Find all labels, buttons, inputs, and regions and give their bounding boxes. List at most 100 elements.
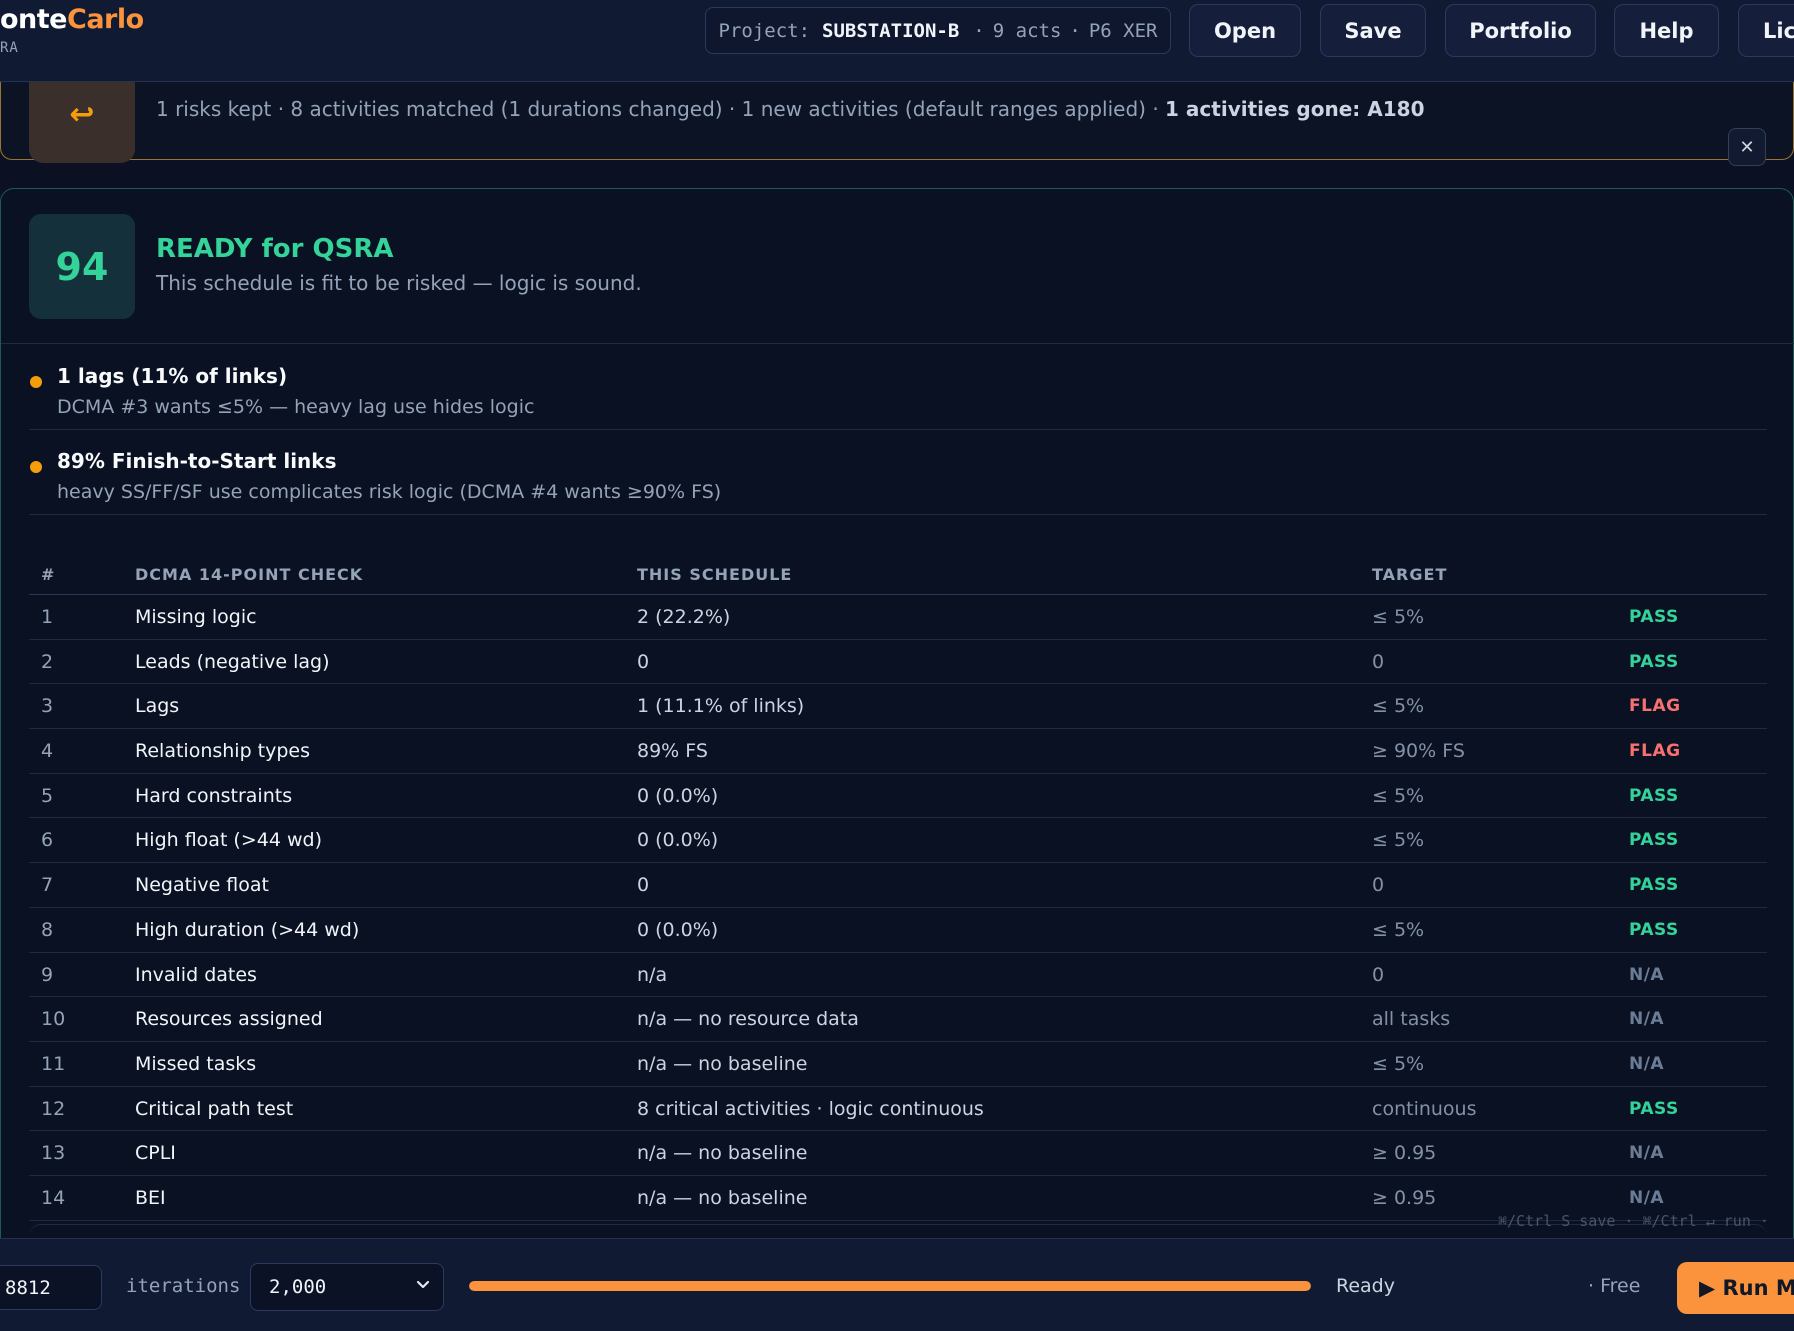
project-label: Project: — [718, 19, 811, 42]
help-button[interactable]: Help — [1614, 4, 1719, 57]
warning-item: 1 lags (11% of links) DCMA #3 wants ≤5% … — [29, 344, 1767, 430]
warning-dot-icon — [30, 376, 42, 388]
table-body: 1 Missing logic 2 (22.2%) ≤ 5% PASS 2 Leads (n… — [29, 595, 1767, 1221]
target-value: ≤ 5% — [1372, 829, 1425, 852]
check-number: 8 — [41, 918, 54, 941]
status-badge: PASS — [1629, 919, 1679, 940]
check-number: 4 — [41, 740, 54, 763]
seed-input[interactable] — [0, 1265, 102, 1310]
check-name: High float (>44 wd) — [135, 829, 322, 852]
warning-item: 89% Finish-to-Start links heavy SS/FF/SF… — [29, 429, 1767, 515]
save-button[interactable]: Save — [1320, 4, 1426, 57]
iterations-value: 2,000 — [269, 1276, 327, 1298]
check-number: 13 — [41, 1142, 66, 1165]
table-row: 10 Resources assigned n/a — no resource da… — [29, 997, 1767, 1042]
target-value: continuous — [1372, 1097, 1477, 1120]
brand-name-main: onte — [0, 4, 68, 35]
project-name: SUBSTATION-B — [822, 19, 960, 42]
status-badge: PASS — [1629, 651, 1679, 672]
license-button[interactable]: Lic — [1738, 4, 1794, 57]
table-row: 12 Critical path test 8 critical activitie… — [29, 1087, 1767, 1132]
target-value: ≥ 0.95 — [1372, 1186, 1437, 1209]
table-row: 13 CPLI n/a — no baseline ≥ 0.95 N/A — [29, 1131, 1767, 1176]
schedule-value: 89% FS — [637, 740, 708, 763]
iterations-label: iterations — [126, 1275, 241, 1297]
schedule-value: 1 (11.1% of links) — [637, 695, 805, 718]
iterations-select[interactable]: 2,000 — [250, 1263, 444, 1311]
status-badge: N/A — [1629, 1009, 1665, 1030]
table-header: # DCMA 14-POINT CHECK THIS SCHEDULE TARG… — [29, 537, 1767, 595]
top-bar: onteCarlo RA Project: SUBSTATION-B · 9 a… — [0, 0, 1794, 82]
check-name: Leads (negative lag) — [135, 650, 330, 673]
project-format: P6 XER — [1088, 19, 1158, 42]
plan-tier: · Free — [1588, 1275, 1641, 1297]
readiness-score: 94 — [29, 214, 135, 319]
status-badge: PASS — [1629, 830, 1679, 851]
run-monte-carlo-button[interactable]: ▶ Run M — [1677, 1262, 1794, 1314]
close-icon[interactable]: ✕ — [1728, 128, 1766, 166]
status-badge: FLAG — [1629, 741, 1681, 762]
table-row: 2 Leads (negative lag) 0 0 PASS — [29, 640, 1767, 685]
check-name: Missing logic — [135, 606, 257, 628]
table-row: 9 Invalid dates n/a 0 N/A — [29, 953, 1767, 998]
brand-subtitle: RA — [0, 40, 19, 56]
undo-icon: ↩ — [29, 69, 135, 163]
open-button[interactable]: Open — [1189, 4, 1301, 57]
status-badge: N/A — [1629, 1053, 1665, 1074]
check-number: 3 — [41, 695, 54, 718]
check-name: Resources assigned — [135, 1008, 323, 1031]
warning-description: heavy SS/FF/SF use complicates risk logi… — [57, 481, 722, 503]
check-name: CPLI — [135, 1142, 176, 1165]
portfolio-button[interactable]: Portfolio — [1445, 4, 1596, 57]
target-value: all tasks — [1372, 1008, 1451, 1031]
check-number: 11 — [41, 1052, 66, 1075]
dcma-check-table: # DCMA 14-POINT CHECK THIS SCHEDULE TARG… — [29, 537, 1767, 1221]
schedule-value: 2 (22.2%) — [637, 606, 731, 628]
check-name: High duration (>44 wd) — [135, 918, 360, 941]
banner-message: 1 risks kept · 8 activities matched (1 d… — [156, 97, 1424, 121]
readiness-title: READY for QSRA — [156, 234, 394, 264]
target-value: 0 — [1372, 963, 1385, 986]
status-badge: PASS — [1629, 875, 1679, 896]
schedule-value: 0 — [637, 874, 650, 897]
simulation-progress-bar — [469, 1281, 1311, 1291]
target-value: ≥ 0.95 — [1372, 1142, 1437, 1165]
project-info-chip: Project: SUBSTATION-B · 9 acts · P6 XER — [705, 7, 1171, 54]
brand-name-accent: Carlo — [67, 4, 144, 35]
header-check: DCMA 14-POINT CHECK — [135, 565, 364, 584]
check-number: 12 — [41, 1097, 66, 1120]
status-badge: FLAG — [1629, 696, 1681, 717]
brand: onteCarlo RA — [0, 4, 144, 56]
check-name: BEI — [135, 1186, 166, 1209]
status-badge: N/A — [1629, 1143, 1665, 1164]
target-value: ≤ 5% — [1372, 606, 1425, 628]
table-row: 5 Hard constraints 0 (0.0%) ≤ 5% PASS — [29, 774, 1767, 819]
check-name: Lags — [135, 695, 180, 718]
warning-dot-icon — [30, 461, 42, 473]
separator: · — [1069, 19, 1081, 42]
table-row: 3 Lags 1 (11.1% of links) ≤ 5% FLAG — [29, 684, 1767, 730]
status-badge: PASS — [1629, 607, 1679, 627]
banner-message-bold: 1 activities gone: A180 — [1165, 97, 1425, 121]
schedule-value: 0 — [637, 650, 650, 673]
schedule-value: n/a — no baseline — [637, 1186, 808, 1209]
bottom-bar: iterations 2,000 Ready · Free ▶ Run M — [0, 1238, 1794, 1331]
header-num: # — [41, 565, 56, 584]
status-badge: PASS — [1629, 785, 1679, 806]
warning-title: 1 lags (11% of links) — [57, 364, 288, 388]
schedule-health-card: 94 READY for QSRA This schedule is fit t… — [0, 188, 1794, 1331]
check-name: Invalid dates — [135, 963, 257, 986]
schedule-value: 8 critical activities · logic continuous — [637, 1097, 984, 1120]
simulation-status: Ready — [1336, 1275, 1395, 1297]
check-name: Critical path test — [135, 1097, 294, 1120]
progress-fill — [469, 1281, 1311, 1291]
status-badge: N/A — [1629, 964, 1665, 985]
check-number: 7 — [41, 874, 54, 897]
banner-message-text: 1 risks kept · 8 activities matched (1 d… — [156, 97, 1159, 121]
table-row: 6 High float (>44 wd) 0 (0.0%) ≤ 5% PASS — [29, 818, 1767, 864]
target-value: ≤ 5% — [1372, 695, 1425, 718]
schedule-value: 0 (0.0%) — [637, 784, 719, 807]
chevron-down-icon — [415, 1276, 431, 1296]
check-name: Hard constraints — [135, 784, 293, 807]
schedule-value: n/a — no baseline — [637, 1142, 808, 1165]
